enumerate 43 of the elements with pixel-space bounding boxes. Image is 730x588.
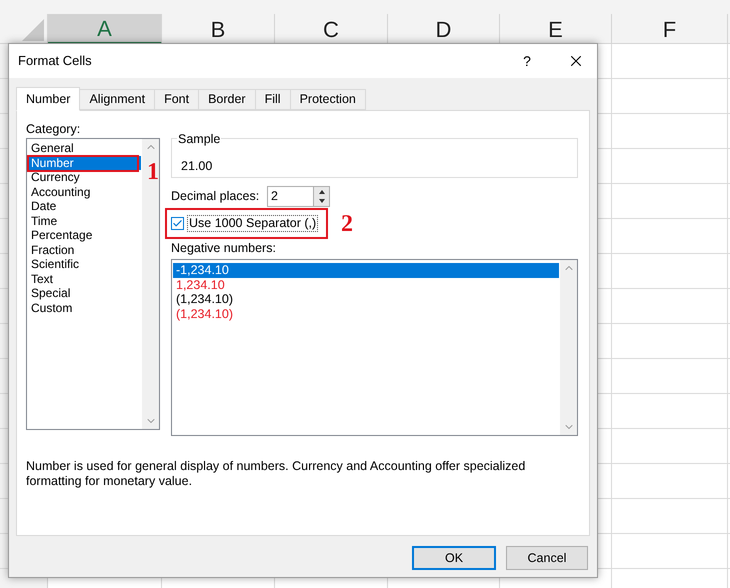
category-item[interactable]: Time [28, 214, 141, 228]
column-header[interactable]: A [48, 14, 162, 44]
triangle-icon [22, 19, 44, 41]
tab[interactable]: Font [155, 89, 200, 110]
category-item[interactable]: Text [28, 272, 141, 286]
tab[interactable]: Protection [290, 89, 366, 110]
category-item[interactable]: Special [28, 286, 141, 300]
tab[interactable]: Alignment [80, 89, 156, 110]
negative-numbers-label: Negative numbers: [171, 241, 277, 256]
negative-format-item[interactable]: (1,234.10) [173, 292, 559, 306]
dialog-button[interactable]: Cancel [506, 546, 588, 570]
tab[interactable]: Fill [256, 89, 291, 110]
category-description: Number is used for general display of numbers. Currency and Accounting offer specialized formatting for monetary value. [26, 459, 526, 489]
category-item[interactable]: General [28, 141, 141, 156]
decimal-places-label: Decimal places: [171, 188, 260, 206]
decimal-places-spinner[interactable]: 2 [267, 186, 330, 207]
category-item[interactable]: Accounting [28, 184, 141, 199]
check-icon [172, 218, 183, 229]
category-item[interactable]: Date [28, 199, 141, 214]
negative-format-item[interactable]: 1,234.10 [173, 278, 559, 292]
dialog-button[interactable]: OK [412, 546, 496, 570]
annotation-number: 2 [341, 212, 353, 236]
help-button[interactable]: ? [517, 50, 537, 72]
category-item[interactable]: Currency [28, 170, 141, 184]
tab[interactable]: Border [199, 89, 256, 110]
tab[interactable]: Number [16, 87, 80, 111]
scrollbar[interactable] [560, 260, 577, 435]
sample-value: 21.00 [181, 159, 212, 173]
negative-format-item[interactable]: (1,234.10) [173, 306, 559, 321]
column-header[interactable]: F [612, 14, 728, 44]
category-item[interactable]: Scientific [28, 257, 141, 272]
negative-format-item[interactable]: -1,234.10 [173, 263, 559, 278]
annotation-number: 1 [147, 160, 159, 184]
category-label: Category: [26, 121, 82, 138]
category-item[interactable]: Percentage [28, 228, 141, 242]
category-list[interactable]: General Number Currency Accounting Date Time Percentage Fraction Scientific Text Special Custom 1 [26, 138, 160, 430]
scrollbar[interactable] [142, 139, 159, 429]
category-item[interactable]: Fraction [28, 242, 141, 257]
window-title: Format Cells [18, 52, 92, 70]
checkbox[interactable] [171, 217, 184, 230]
negative-numbers-list[interactable]: -1,234.10 1,234.10 (1,234.10) (1,234.10) [171, 259, 578, 436]
spinner-value: 2 [270, 188, 279, 205]
category-item[interactable]: Custom [28, 300, 141, 315]
